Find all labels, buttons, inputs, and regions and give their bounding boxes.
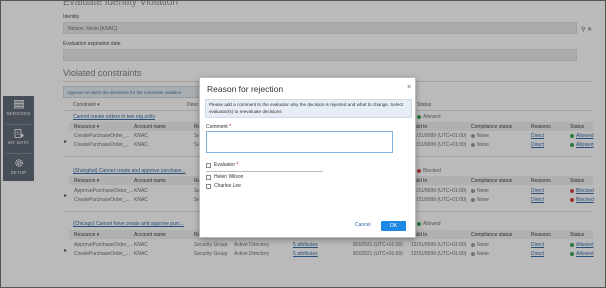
rejection-dialog: Reason for rejection × Please add a comm… xyxy=(199,77,416,238)
comment-label: Comment * xyxy=(206,124,232,130)
comment-field[interactable] xyxy=(206,131,393,153)
evaluator-name: Charles Lee xyxy=(214,183,241,189)
ok-button[interactable]: OK xyxy=(381,221,406,231)
app-window: Evaluate Identity Violation Identity Nel… xyxy=(0,0,606,288)
dialog-title: Reason for rejection xyxy=(207,84,284,94)
evaluator-select-all-checkbox[interactable] xyxy=(206,163,211,168)
evaluator-checkbox[interactable] xyxy=(206,184,211,189)
close-icon[interactable]: × xyxy=(407,84,411,91)
evaluator-checkbox[interactable] xyxy=(206,175,211,180)
evaluator-name: Helen Wilson xyxy=(214,174,244,180)
cancel-button[interactable]: Cancel xyxy=(355,222,371,228)
dialog-info: Please add a comment to the evaluator wh… xyxy=(205,99,412,118)
divider xyxy=(206,171,323,172)
evaluator-label: Evaluator * xyxy=(214,162,239,168)
